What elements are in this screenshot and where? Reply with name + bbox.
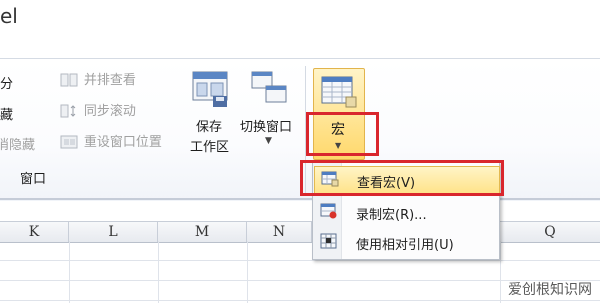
save-workspace-button[interactable]: 保存 工作区 [186, 68, 234, 158]
column-gridline [247, 241, 248, 303]
sync-scroll-icon [60, 103, 78, 122]
switch-windows-label: 切换窗口 [240, 120, 293, 135]
column-gridline [500, 241, 501, 303]
column-header-row: K L M N Q [0, 221, 600, 243]
view-side-by-side-button[interactable]: 并排查看 [60, 72, 136, 92]
reset-window-position-button[interactable]: 重设窗口位置 [60, 134, 162, 154]
reset-position-icon [60, 134, 78, 153]
partial-unhide-label[interactable]: 消隐藏 [0, 134, 35, 153]
column-gridline [69, 241, 70, 303]
column-gridline [158, 241, 159, 303]
annotation-box-view-macros [300, 160, 504, 196]
row-gridline [0, 300, 600, 301]
partial-hide-label[interactable]: 藏 [0, 104, 13, 123]
annotation-box-macros [306, 112, 379, 156]
record-macro-icon [320, 203, 338, 222]
column-header-q[interactable]: Q [500, 222, 600, 242]
view-side-by-side-label: 并排查看 [83, 73, 136, 88]
sync-scroll-button[interactable]: 同步滚动 [60, 103, 136, 123]
sync-scroll-label: 同步滚动 [83, 104, 136, 119]
watermark-text: 爱创根知识网 [508, 282, 592, 298]
menu-item-relative-reference[interactable]: 使用相对引用(U) [314, 229, 498, 255]
save-workspace-label-line1: 保存 [196, 120, 223, 135]
chevron-down-icon: ▼ [265, 136, 272, 146]
column-header-m[interactable]: M [158, 222, 247, 242]
title-bar: el [0, 0, 600, 58]
column-header-l[interactable]: L [69, 222, 158, 242]
side-by-side-icon [60, 72, 78, 91]
window-title: el [0, 4, 18, 28]
macros-icon [320, 75, 358, 112]
menu-item-record-macro-label: 录制宏(R)... [356, 208, 427, 223]
save-workspace-icon [191, 70, 229, 111]
save-workspace-label-line2: 工作区 [190, 140, 230, 155]
column-header-n[interactable]: N [247, 222, 312, 242]
ribbon-bottom-border [0, 198, 600, 200]
menu-item-relative-reference-label: 使用相对引用(U) [356, 238, 454, 253]
reset-window-position-label: 重设窗口位置 [83, 135, 162, 150]
switch-windows-icon [250, 70, 288, 111]
switch-windows-button[interactable]: 切换窗口 ▼ [238, 68, 300, 158]
menu-item-record-macro[interactable]: 录制宏(R)... [314, 199, 498, 225]
column-header-k[interactable]: K [0, 222, 69, 242]
relative-reference-icon [320, 233, 338, 252]
row-gridline [0, 260, 600, 261]
partial-split-label[interactable]: 分 [0, 73, 13, 92]
window-group-label: 窗口 [20, 172, 47, 187]
